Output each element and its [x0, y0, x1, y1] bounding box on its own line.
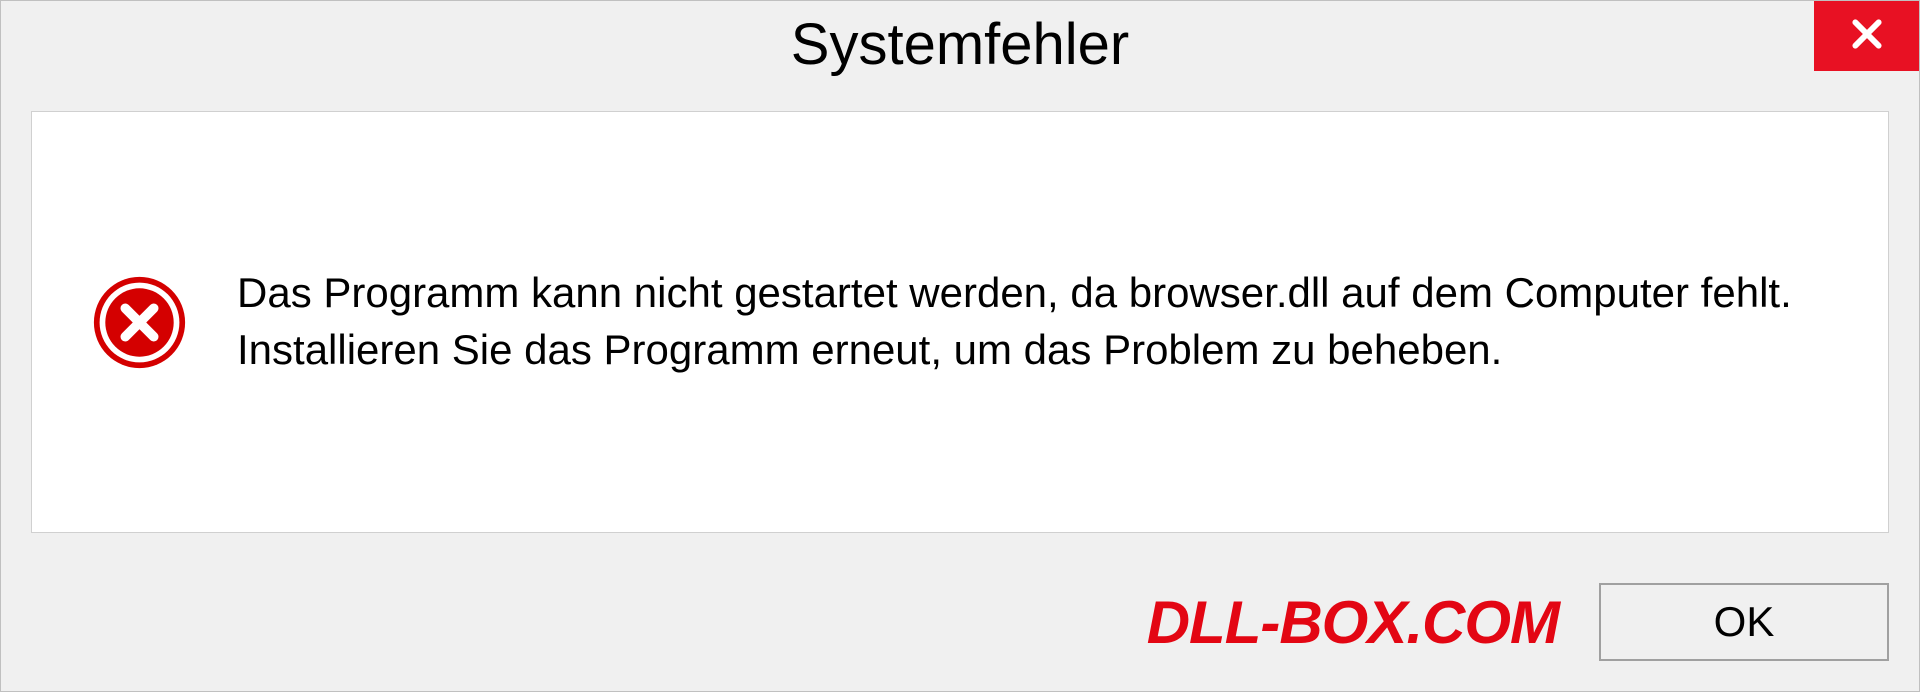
- error-message: Das Programm kann nicht gestartet werden…: [237, 265, 1828, 378]
- content-area: Das Programm kann nicht gestartet werden…: [31, 111, 1889, 533]
- close-icon: [1847, 14, 1887, 59]
- error-dialog: Systemfehler Das Programm kann nicht ges…: [0, 0, 1920, 692]
- footer: DLL-BOX.COM OK: [1, 563, 1919, 691]
- titlebar: Systemfehler: [1, 1, 1919, 91]
- error-icon: [92, 275, 187, 370]
- dialog-title: Systemfehler: [791, 11, 1129, 78]
- ok-button[interactable]: OK: [1599, 583, 1889, 661]
- close-button[interactable]: [1814, 1, 1919, 71]
- watermark-text: DLL-BOX.COM: [1147, 588, 1559, 657]
